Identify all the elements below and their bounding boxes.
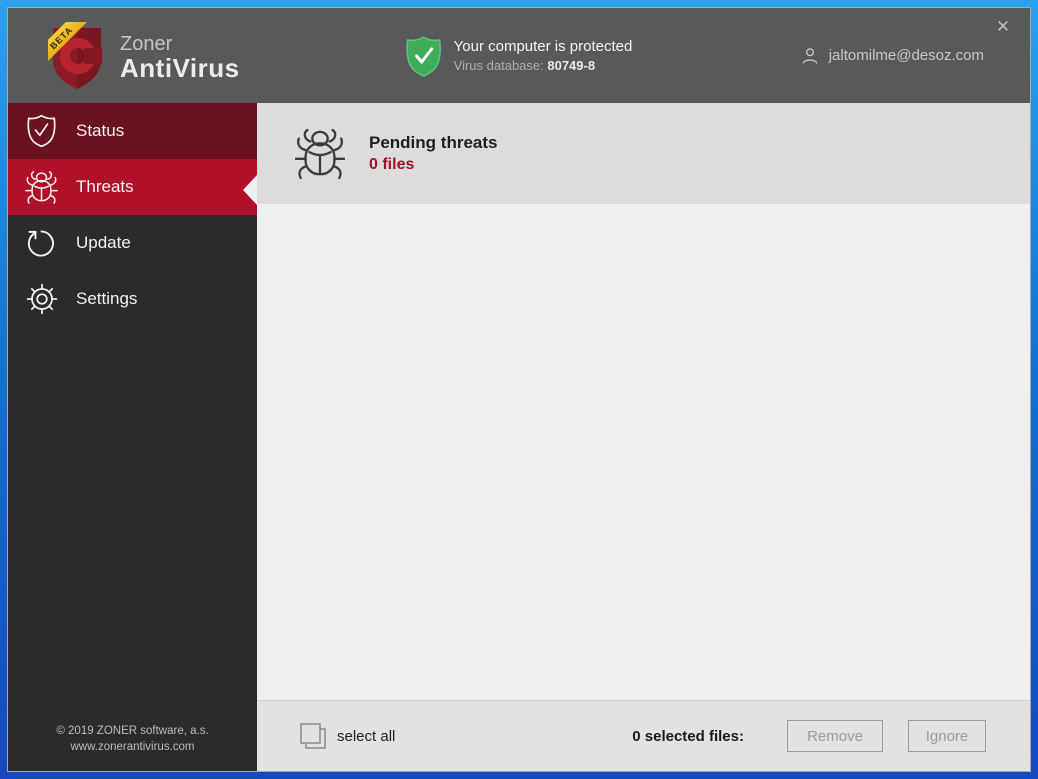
select-all-label: select all — [337, 727, 396, 745]
account-email: jaltomilme@desoz.com — [828, 47, 984, 64]
bug-icon — [25, 170, 58, 204]
website-line: www.zonerantivirus.com — [70, 741, 195, 753]
gear-icon — [25, 283, 58, 316]
select-all-checkbox[interactable]: select all — [299, 722, 395, 750]
protection-title: Your computer is protected — [453, 37, 633, 55]
header-text: Pending threats 0 files — [369, 131, 497, 176]
user-icon — [800, 46, 820, 66]
selected-files-count: 0 selected files: — [632, 727, 744, 745]
select-all-icon — [299, 722, 327, 750]
app-body: Status Threats Update Settings © 2019 ZO… — [8, 103, 1030, 771]
sidebar-item-label: Update — [76, 233, 131, 252]
page-title: Pending threats — [369, 133, 498, 152]
app-window: BETA Zoner AntiVirus Your computer is pr… — [8, 8, 1030, 771]
copyright-line: © 2019 ZONER software, a.s. — [56, 725, 209, 737]
app-brand: BETA Zoner AntiVirus — [48, 22, 240, 92]
title-bar: BETA Zoner AntiVirus Your computer is pr… — [8, 8, 1030, 103]
brand-antivirus: AntiVirus — [120, 53, 240, 83]
brand-zoner: Zoner — [120, 33, 173, 55]
shield-check-icon — [25, 114, 58, 148]
virus-database-label: Virus database: — [453, 57, 548, 73]
zoner-logo-icon: BETA — [48, 22, 106, 92]
refresh-icon — [25, 227, 58, 260]
content-area: Pending threats 0 files select all 0 sel… — [243, 103, 1030, 771]
sidebar-item-label: Status — [76, 121, 125, 140]
sidebar-item-label: Settings — [76, 289, 138, 308]
sidebar-item-update[interactable]: Update — [8, 215, 257, 271]
pending-files-count: 0 files — [369, 156, 415, 173]
account-button[interactable]: jaltomilme@desoz.com — [800, 8, 984, 103]
ignore-button[interactable]: Ignore — [908, 720, 986, 752]
sidebar-item-threats[interactable]: Threats — [8, 159, 257, 215]
threats-list-empty — [257, 204, 1030, 700]
protection-status: Your computer is protected Virus databas… — [406, 35, 633, 77]
sidebar-item-status[interactable]: Status — [8, 103, 257, 159]
sidebar: Status Threats Update Settings © 2019 ZO… — [8, 103, 257, 771]
protection-text: Your computer is protected Virus databas… — [454, 37, 633, 75]
sidebar-item-settings[interactable]: Settings — [8, 271, 257, 327]
sidebar-footer: © 2019 ZONER software, a.s. www.zonerant… — [8, 723, 257, 771]
virus-database-value: 80749-8 — [547, 57, 596, 73]
brand-text: Zoner AntiVirus — [120, 33, 240, 81]
active-item-notch — [243, 175, 257, 205]
virus-database-line: Virus database: 80749-8 — [454, 57, 633, 75]
sidebar-item-label: Threats — [76, 177, 134, 196]
pending-threats-header: Pending threats 0 files — [257, 103, 1030, 204]
close-icon[interactable]: ✕ — [992, 16, 1014, 38]
remove-button[interactable]: Remove — [787, 720, 883, 752]
bottom-action-bar: select all 0 selected files: Remove Igno… — [257, 700, 1030, 771]
protected-shield-icon — [406, 35, 442, 77]
bug-icon — [295, 127, 345, 181]
